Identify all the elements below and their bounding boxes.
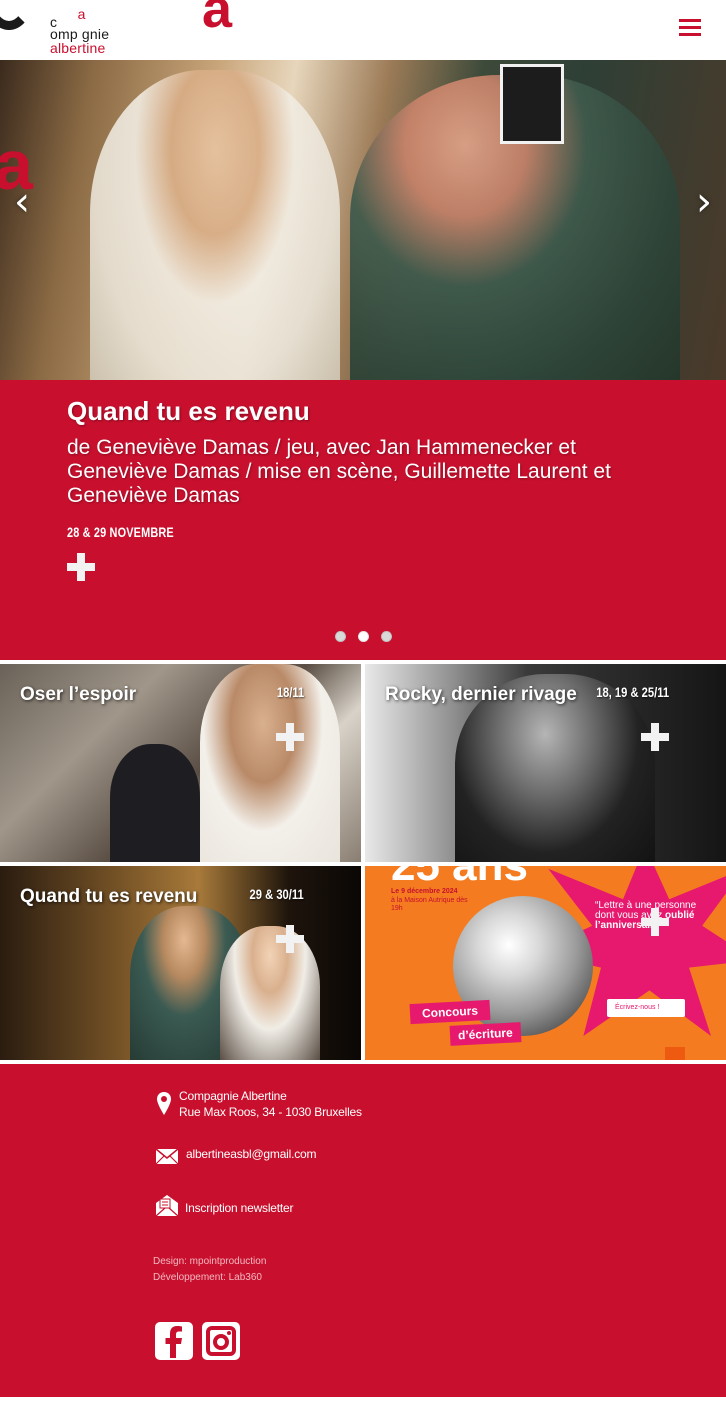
plus-icon[interactable] — [641, 908, 669, 936]
hero-title[interactable]: Quand tu es revenu — [67, 396, 310, 427]
hero-figure-left — [90, 70, 340, 380]
facebook-glyph — [165, 1326, 182, 1358]
event-tile-concours-ecriture[interactable]: 25 ans Le 9 décembre 2024 à la Maison Au… — [365, 866, 726, 1060]
tile-title: Rocky, dernier rivage — [385, 684, 577, 705]
dev-credit[interactable]: Développement: Lab360 — [153, 1270, 262, 1286]
slider-dot-3[interactable] — [381, 631, 392, 642]
plus-icon[interactable] — [67, 553, 95, 581]
tile-photo-shape — [200, 664, 340, 862]
logo-line-2: omp gnie — [50, 26, 110, 42]
facebook-icon[interactable] — [155, 1322, 193, 1360]
slider-dot-1[interactable] — [335, 631, 346, 642]
instagram-icon[interactable] — [202, 1322, 240, 1360]
poster-corner — [665, 1047, 685, 1060]
poster-date: Le 9 décembre 2024 — [391, 888, 458, 895]
slider-dots — [335, 631, 395, 643]
tile-date: 18/11 — [276, 684, 304, 700]
poster-label-concours: Concours — [409, 999, 491, 1025]
envelope-icon — [155, 1148, 179, 1165]
slider-dot-2[interactable] — [358, 631, 369, 642]
hero-date: 28 & 29 NOVEMBRE — [67, 524, 174, 540]
event-tile-oser-lespoir[interactable]: Oser l’espoir 18/11 — [0, 664, 361, 862]
email-link[interactable]: albertineasbl@gmail.com — [186, 1146, 317, 1162]
poster-write-button: Écrivez-nous ! — [607, 999, 685, 1017]
event-tile-quand-tu-es-revenu[interactable]: Quand tu es revenu 29 & 30/11 — [0, 866, 361, 1060]
poster-label-ecriture: d’écriture — [449, 1022, 522, 1046]
plus-icon[interactable] — [276, 723, 304, 751]
plus-icon[interactable] — [276, 925, 304, 953]
event-tile-rocky-dernier-rivage[interactable]: Rocky, dernier rivage 18, 19 & 25/11 — [365, 664, 726, 862]
tile-date: 18, 19 & 25/11 — [596, 684, 669, 700]
poster-headline: 25 ans — [391, 866, 528, 888]
chevron-left-icon[interactable]: ‹ — [8, 182, 36, 222]
address-name: Compagnie Albertine — [179, 1089, 287, 1103]
hero-picture-frame — [500, 64, 564, 144]
hamburger-menu-icon[interactable] — [679, 19, 701, 43]
page: c a omp gnie albertine a a ‹ › Quand tu … — [0, 0, 726, 1402]
tile-photo-shape — [220, 926, 320, 1060]
address-street: Rue Max Roos, 34 - 1030 Bruxelles — [179, 1105, 362, 1119]
plus-icon[interactable] — [641, 723, 669, 751]
hero-slide-image: a — [0, 60, 726, 380]
location-pin-icon — [157, 1092, 171, 1115]
logo-c-shape — [0, 0, 32, 30]
poster-place: à la Maison Autrique dès 19h — [391, 897, 468, 912]
logo-line-3: albertine — [50, 40, 106, 56]
design-credit[interactable]: Design: mpointproduction — [153, 1254, 266, 1270]
logo-big-a: a — [202, 0, 233, 39]
newsletter-link[interactable]: Inscription newsletter — [185, 1200, 294, 1216]
logo[interactable]: c a omp gnie albertine — [50, 7, 110, 56]
bottom-strip — [0, 1397, 726, 1402]
instagram-glyph — [206, 1326, 236, 1356]
tile-photo-shape — [110, 744, 200, 862]
hero-description: de Geneviève Damas / jeu, avec Jan Hamme… — [67, 436, 611, 507]
site-footer: Compagnie Albertine Rue Max Roos, 34 - 1… — [0, 1064, 726, 1397]
tile-title: Quand tu es revenu — [20, 886, 198, 907]
chevron-right-icon[interactable]: › — [690, 182, 718, 222]
newsletter-icon — [155, 1195, 179, 1217]
site-header: c a omp gnie albertine a — [0, 0, 726, 60]
tile-date: 29 & 30/11 — [249, 886, 304, 902]
tile-title: Oser l’espoir — [20, 684, 137, 705]
